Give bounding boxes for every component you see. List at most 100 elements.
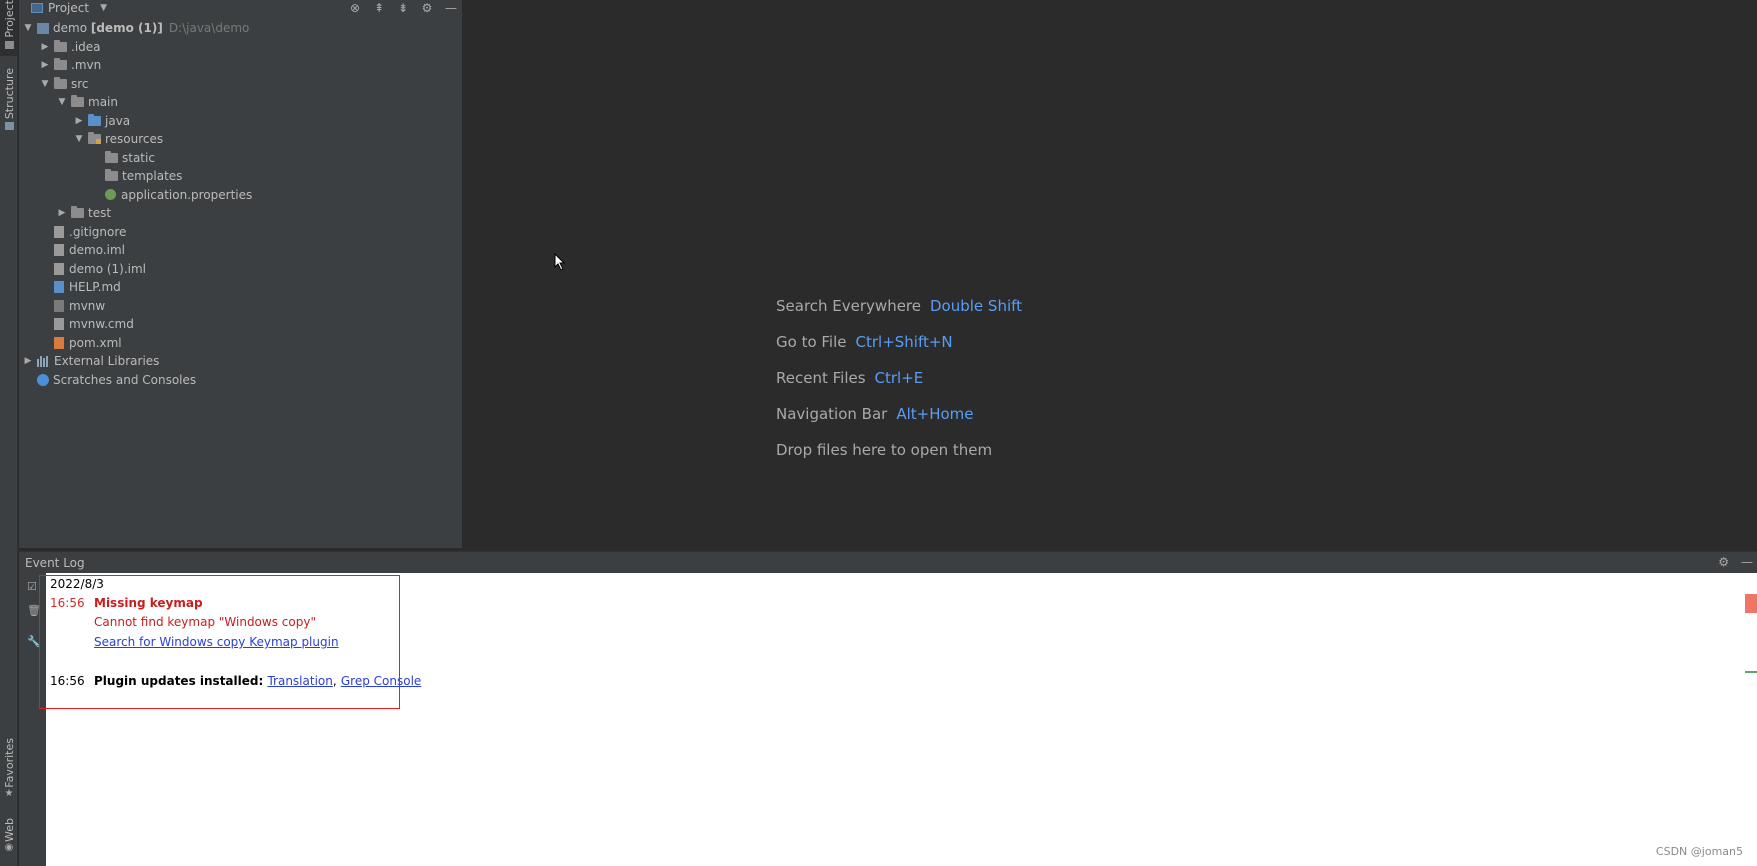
mouse-pointer-icon [554,253,566,271]
hide-icon[interactable]: — [444,1,458,15]
source-folder-icon [88,113,101,126]
project-icon [31,3,43,13]
tree-item-mvnw[interactable]: mvnw [19,297,462,316]
chevron-down-icon: ▼ [100,3,107,13]
wrench-icon[interactable]: 🔧 [27,635,41,648]
favorites-tool-tab[interactable]: Favorites ★ [0,738,18,799]
file-icon [54,262,64,275]
chevron-down-icon[interactable]: ▼ [40,79,50,89]
tree-item-label: mvnw.cmd [69,317,134,332]
tree-root-path: D:\java\demo [168,21,250,36]
chevron-down-icon[interactable]: ▼ [74,134,84,144]
tree-item-mvnw-cmd[interactable]: mvnw.cmd [19,315,462,334]
tree-item-mvn[interactable]: ▶ .mvn [19,56,462,75]
chevron-right-icon[interactable]: ▶ [57,208,67,218]
tree-item-label: application.properties [121,187,253,202]
tree-item-label: resources [105,132,164,147]
tree-item-label: mvnw [69,298,106,313]
tree-item-scratches[interactable]: Scratches and Consoles [19,371,462,390]
collapse-all-icon[interactable]: ⇟ [396,1,410,15]
tree-item-label: src [71,76,89,91]
hint-search-everywhere: Search Everywhere Double Shift [776,288,1022,324]
tree-root-module: [demo (1)] [90,21,163,36]
mark-read-icon[interactable]: ☑ [27,580,39,593]
structure-tool-tab[interactable]: Structure [0,68,18,131]
tree-item-label: main [88,95,118,110]
project-header-actions: ⊗ ⇞ ⇟ ⚙ — [348,0,458,16]
highlight-box [39,575,400,709]
web-tool-tab[interactable]: Web ◉ [0,818,18,853]
tree-item-label: pom.xml [69,335,122,350]
project-view-selector[interactable]: Project ▼ [31,1,107,15]
chevron-right-icon[interactable]: ▶ [23,356,33,366]
gear-icon[interactable]: ⚙ [1718,555,1729,569]
trash-icon[interactable]: 🗑 [27,604,41,617]
chevron-right-icon[interactable]: ▶ [74,116,84,126]
tree-item-label: .idea [71,39,101,54]
hint-drop-files: Drop files here to open them [776,432,1022,468]
spring-properties-icon [105,189,116,201]
tree-item-resources[interactable]: ▼ resources [19,130,462,149]
tree-item-label: templates [122,169,183,184]
tree-item-external-libraries[interactable]: ▶ External Libraries [19,352,462,371]
tree-item-idea[interactable]: ▶ .idea [19,38,462,57]
hide-icon[interactable]: — [1741,555,1753,569]
file-icon [54,244,64,257]
tree-item-gitignore[interactable]: .gitignore [19,223,462,242]
tree-item-src[interactable]: ▼ src [19,75,462,94]
tree-item-templates[interactable]: templates [19,167,462,186]
file-icon [54,318,64,331]
tree-item-help-md[interactable]: HELP.md [19,278,462,297]
scratches-icon [37,373,49,386]
chevron-right-icon[interactable]: ▶ [40,60,50,70]
hint-label: Drop files here to open them [776,441,993,459]
tree-item-pom-xml[interactable]: pom.xml [19,334,462,353]
folder-icon [71,206,84,219]
web-tab-label: Web [2,818,16,842]
locate-icon[interactable]: ⊗ [348,1,362,15]
tree-item-label: demo.iml [69,243,125,258]
chevron-down-icon[interactable]: ▼ [57,97,67,107]
event-log-header: Event Log ⚙ — [19,551,1757,573]
watermark: CSDN @joman5 [1655,845,1743,858]
tree-item-main[interactable]: ▼ main [19,93,462,112]
gear-icon[interactable]: ⚙ [420,1,434,15]
chevron-down-icon[interactable]: ▼ [23,23,33,33]
tree-item-label: test [88,206,112,221]
editor-hints: Search Everywhere Double Shift Go to Fil… [776,288,1022,468]
tree-item-label: static [122,150,155,165]
structure-icon [4,122,14,131]
project-panel-title: Project [48,1,90,15]
file-icon [54,225,64,238]
tree-item-label: Scratches and Consoles [53,372,197,387]
tree-item-label: .mvn [71,58,102,73]
chevron-right-icon[interactable]: ▶ [40,42,50,52]
tree-item-application-properties[interactable]: application.properties [19,186,462,205]
module-icon [37,22,49,34]
tree-item-java[interactable]: ▶ java [19,112,462,131]
tree-item-test[interactable]: ▶ test [19,204,462,223]
hint-label: Go to File [776,333,847,351]
folder-icon [105,150,118,163]
structure-tab-label: Structure [2,68,16,120]
tree-item-label: External Libraries [54,354,160,369]
tree-item-demo-iml[interactable]: demo.iml [19,241,462,260]
tree-root-name: demo [53,21,88,36]
editor-area[interactable]: Search Everywhere Double Shift Go to Fil… [464,0,1757,548]
tree-item-label: .gitignore [69,224,127,239]
folder-icon [71,95,84,108]
error-stripe-marker[interactable] [1745,594,1757,613]
expand-all-icon[interactable]: ⇞ [372,1,386,15]
tree-item-static[interactable]: static [19,149,462,168]
hint-shortcut: Alt+Home [896,405,974,423]
shell-script-icon [54,299,64,312]
project-tree: ▼ demo [demo (1)] D:\java\demo ▶ .idea ▶… [19,19,462,389]
hint-go-to-file: Go to File Ctrl+Shift+N [776,324,1022,360]
project-panel: Project ▼ ⊗ ⇞ ⇟ ⚙ — ▼ demo [demo (1)] D:… [19,0,463,548]
folder-icon [54,76,67,89]
tree-item-demo[interactable]: ▼ demo [demo (1)] D:\java\demo [19,19,462,38]
folder-icon [54,39,67,52]
tree-item-demo1-iml[interactable]: demo (1).iml [19,260,462,279]
project-tool-tab[interactable]: Project [0,0,18,56]
hint-shortcut: Ctrl+Shift+N [855,333,953,351]
